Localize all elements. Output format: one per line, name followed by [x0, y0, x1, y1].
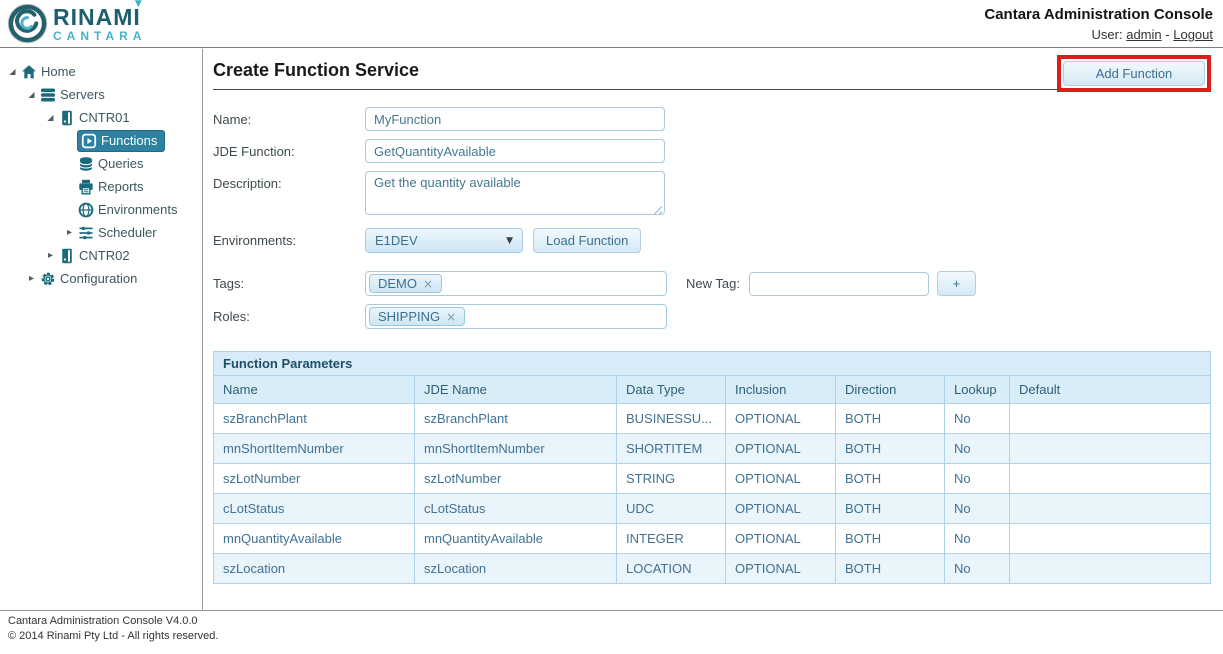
expand-arrow-icon[interactable]: ◢: [43, 113, 58, 122]
logo-text-rinami: RINAMI▼: [53, 6, 141, 29]
sidebar-item-label: CNTR01: [79, 110, 130, 125]
logo-text-cantara: CANTARA: [53, 30, 146, 42]
name-label: Name:: [213, 107, 365, 127]
environments-selected-value: E1DEV: [375, 233, 418, 248]
functions-icon: [80, 133, 97, 149]
column-header-jde-name: JDE Name: [415, 376, 617, 404]
red-highlight-box: Add Function: [1057, 55, 1211, 92]
jde-function-label: JDE Function:: [213, 139, 365, 159]
table-row[interactable]: mnQuantityAvailablemnQuantityAvailable I…: [214, 524, 1211, 554]
footer-copyright: © 2014 Rinami Pty Ltd - All rights reser…: [8, 629, 1215, 644]
sidebar-item-label: Queries: [98, 156, 144, 171]
column-header-data-type: Data Type: [617, 376, 726, 404]
sidebar-item-servers[interactable]: ◢ Servers: [0, 83, 202, 106]
expand-arrow-icon[interactable]: ▸: [43, 250, 58, 261]
sidebar-item-label: Functions: [101, 133, 157, 148]
roles-input[interactable]: SHIPPING ×: [365, 304, 667, 329]
user-separator: -: [1165, 27, 1169, 42]
table-title: Function Parameters: [214, 352, 1211, 376]
scheduler-icon: [77, 225, 94, 241]
sidebar-item-environments[interactable]: Environments: [0, 198, 202, 221]
load-function-button[interactable]: Load Function: [533, 228, 641, 253]
sidebar-item-home[interactable]: ◢ Home: [0, 60, 202, 83]
tags-input[interactable]: DEMO ×: [365, 271, 667, 296]
sidebar-item-label: Servers: [60, 87, 105, 102]
user-prefix: User:: [1092, 27, 1123, 42]
table-row[interactable]: szLotNumberszLotNumber STRINGOPTIONAL BO…: [214, 464, 1211, 494]
selected-item-highlight[interactable]: Functions: [77, 130, 165, 152]
footer-version: Cantara Administration Console V4.0.0: [8, 614, 1215, 629]
rinami-logo: RINAMI▼ CANTARA: [7, 3, 146, 44]
create-function-form: Name: JDE Function: Description: Get the…: [213, 107, 1211, 329]
sidebar-item-queries[interactable]: Queries: [0, 152, 202, 175]
sidebar-item-reports[interactable]: Reports: [0, 175, 202, 198]
column-header-direction: Direction: [836, 376, 945, 404]
reports-icon: [77, 179, 94, 195]
sidebar-item-cntr01[interactable]: ◢ CNTR01: [0, 106, 202, 129]
chevron-down-icon: ▼: [506, 236, 513, 246]
app-footer: Cantara Administration Console V4.0.0 © …: [0, 610, 1223, 654]
role-chip: SHIPPING ×: [369, 307, 465, 326]
environments-select[interactable]: E1DEV ▼: [365, 228, 523, 253]
sidebar-item-label: Home: [41, 64, 76, 79]
column-header-inclusion: Inclusion: [726, 376, 836, 404]
tags-label: Tags:: [213, 271, 365, 291]
sidebar-item-cntr02[interactable]: ▸ CNTR02: [0, 244, 202, 267]
add-tag-button[interactable]: +: [937, 271, 976, 296]
role-chip-label: SHIPPING: [378, 309, 440, 324]
environments-label: Environments:: [213, 228, 365, 248]
sidebar-item-label: Configuration: [60, 271, 137, 286]
main-content: Create Function Service Add Function Nam…: [204, 48, 1223, 610]
logo-accent-icon: ▼: [135, 0, 143, 9]
sidebar-item-functions[interactable]: Functions: [0, 129, 202, 152]
column-header-name: Name: [214, 376, 415, 404]
add-function-button[interactable]: Add Function: [1063, 61, 1205, 86]
function-parameters-table: Function Parameters Name JDE Name Data T…: [213, 351, 1211, 584]
tag-chip: DEMO ×: [369, 274, 442, 293]
user-admin-link[interactable]: admin: [1126, 27, 1161, 42]
home-icon: [20, 64, 37, 80]
console-title: Cantara Administration Console: [984, 6, 1213, 23]
expand-arrow-icon[interactable]: ▸: [62, 227, 77, 238]
column-header-lookup: Lookup: [945, 376, 1010, 404]
environments-icon: [77, 202, 94, 218]
description-label: Description:: [213, 171, 365, 191]
configuration-icon: [39, 271, 56, 287]
sidebar-item-label: CNTR02: [79, 248, 130, 263]
expand-arrow-icon[interactable]: ◢: [5, 67, 20, 76]
new-tag-label: New Tag:: [686, 276, 740, 291]
page-title: Create Function Service: [213, 60, 419, 81]
queries-icon: [77, 156, 94, 172]
cantara-admin-console: RINAMI▼ CANTARA Cantara Administration C…: [0, 0, 1223, 654]
sidebar-item-scheduler[interactable]: ▸ Scheduler: [0, 221, 202, 244]
logout-link[interactable]: Logout: [1173, 27, 1213, 42]
new-tag-input[interactable]: [749, 272, 929, 296]
name-input[interactable]: [365, 107, 665, 131]
jde-function-input[interactable]: [365, 139, 665, 163]
expand-arrow-icon[interactable]: ▸: [24, 273, 39, 284]
table-row[interactable]: szLocationszLocation LOCATIONOPTIONAL BO…: [214, 554, 1211, 584]
roles-label: Roles:: [213, 304, 365, 324]
sidebar-item-label: Scheduler: [98, 225, 157, 240]
expand-arrow-icon[interactable]: ◢: [24, 90, 39, 99]
sidebar-item-configuration[interactable]: ▸ Configuration: [0, 267, 202, 290]
navigation-tree: ◢ Home ◢ Servers ◢ CNTR01: [0, 49, 203, 610]
rinami-logo-icon: [7, 3, 48, 44]
remove-role-icon[interactable]: ×: [446, 310, 456, 324]
description-textarea[interactable]: Get the quantity available: [365, 171, 665, 215]
tag-chip-label: DEMO: [378, 276, 417, 291]
servers-icon: [39, 87, 56, 103]
table-row[interactable]: cLotStatuscLotStatus UDCOPTIONAL BOTHNo: [214, 494, 1211, 524]
user-line: User: admin - Logout: [984, 27, 1213, 42]
table-row[interactable]: mnShortItemNumbermnShortItemNumber SHORT…: [214, 434, 1211, 464]
table-row[interactable]: szBranchPlantszBranchPlant BUSINESSU...O…: [214, 404, 1211, 434]
remove-tag-icon[interactable]: ×: [423, 277, 433, 291]
server-icon: [58, 248, 75, 264]
sidebar-item-label: Reports: [98, 179, 144, 194]
app-header: RINAMI▼ CANTARA Cantara Administration C…: [0, 0, 1223, 48]
logo-wordmark: RINAMI▼ CANTARA: [53, 6, 146, 42]
sidebar-item-label: Environments: [98, 202, 177, 217]
column-header-default: Default: [1010, 376, 1211, 404]
server-icon: [58, 110, 75, 126]
